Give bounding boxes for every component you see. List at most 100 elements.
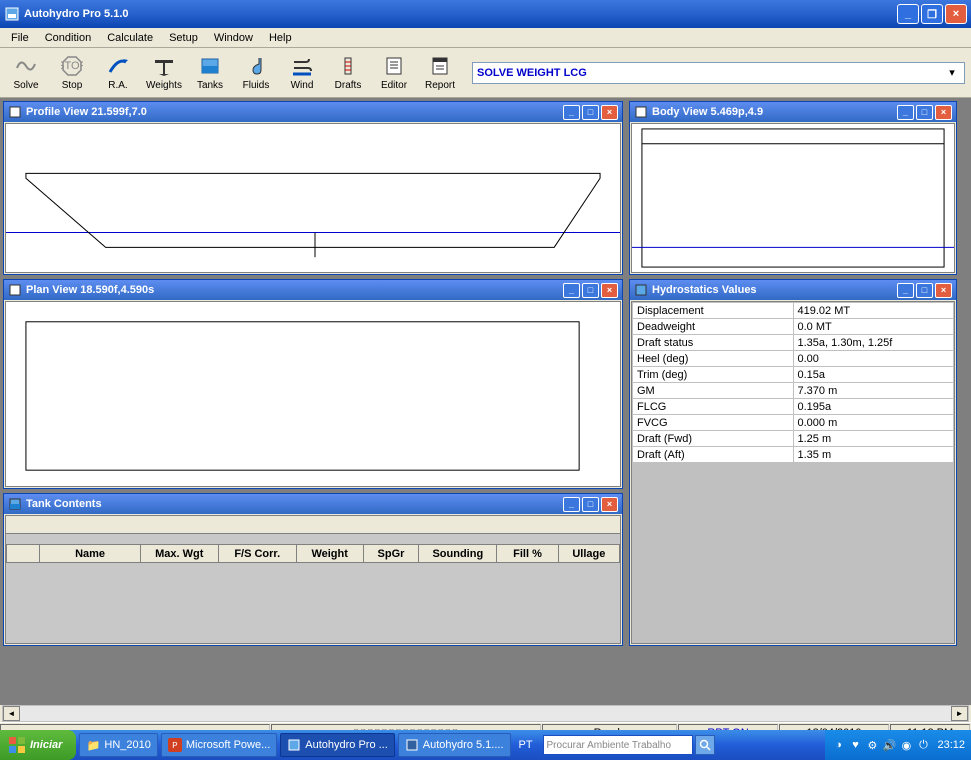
scroll-left-button[interactable]: ◄	[3, 706, 20, 721]
child-minimize-button[interactable]: _	[563, 105, 580, 120]
hydro-value: 1.35 m	[793, 447, 954, 463]
tray-clock[interactable]: 23:12	[937, 739, 965, 751]
hydrostatics-titlebar[interactable]: Hydrostatics Values _ □ ×	[630, 280, 956, 300]
plan-view-window[interactable]: Plan View 18.590f,4.590s _ □ ×	[3, 279, 623, 489]
editor-icon	[382, 54, 406, 78]
stop-button[interactable]: STOPStop	[52, 51, 92, 95]
report-button[interactable]: Report	[420, 51, 460, 95]
menu-file[interactable]: File	[4, 30, 36, 46]
profile-view-titlebar[interactable]: Profile View 21.599f,7.0 _ □ ×	[4, 102, 622, 122]
hydro-value: 1.25 m	[793, 431, 954, 447]
window-icon	[8, 283, 22, 297]
hydro-row: Draft status1.35a, 1.30m, 1.25f	[633, 335, 954, 351]
horizontal-scrollbar[interactable]: ◄ ►	[2, 705, 969, 722]
child-maximize-button[interactable]: □	[582, 497, 599, 512]
body-view-window[interactable]: Body View 5.469p,4.9 _ □ ×	[629, 101, 957, 275]
tanks-button[interactable]: Tanks	[190, 51, 230, 95]
child-maximize-button[interactable]: □	[582, 283, 599, 298]
language-indicator[interactable]: PT	[514, 735, 538, 755]
hydro-label: Deadweight	[633, 319, 794, 335]
child-close-button[interactable]: ×	[601, 497, 618, 512]
child-maximize-button[interactable]: □	[582, 105, 599, 120]
hydro-row: GM7.370 m	[633, 383, 954, 399]
window-icon	[8, 497, 22, 511]
start-button[interactable]: Iniciar	[0, 730, 76, 760]
tray-icon[interactable]: ♥	[848, 738, 862, 752]
solve-icon	[14, 54, 38, 78]
profile-view-canvas[interactable]	[5, 123, 621, 273]
body-view-title: Body View 5.469p,4.9	[652, 106, 897, 118]
tank-contents-title: Tank Contents	[26, 498, 563, 510]
svg-text:STOP: STOP	[61, 60, 83, 72]
menu-help[interactable]: Help	[262, 30, 299, 46]
tank-column-header[interactable]: SpGr	[363, 545, 419, 563]
hydrostatics-window[interactable]: Hydrostatics Values _ □ × Displacement41…	[629, 279, 957, 646]
scrollbar-track[interactable]	[20, 706, 951, 721]
drafts-button[interactable]: Drafts	[328, 51, 368, 95]
plan-view-titlebar[interactable]: Plan View 18.590f,4.590s _ □ ×	[4, 280, 622, 300]
tank-contents-titlebar[interactable]: Tank Contents _ □ ×	[4, 494, 622, 514]
fluids-icon	[244, 54, 268, 78]
child-close-button[interactable]: ×	[935, 283, 952, 298]
child-minimize-button[interactable]: _	[563, 283, 580, 298]
fluids-button[interactable]: Fluids	[236, 51, 276, 95]
hydro-row: Draft (Aft)1.35 m	[633, 447, 954, 463]
menu-calculate[interactable]: Calculate	[100, 30, 160, 46]
child-minimize-button[interactable]: _	[897, 105, 914, 120]
window-restore-button[interactable]: ❐	[921, 4, 943, 24]
profile-view-title: Profile View 21.599f,7.0	[26, 106, 563, 118]
dropdown-icon[interactable]: ▾	[944, 66, 960, 79]
child-minimize-button[interactable]: _	[897, 283, 914, 298]
tank-column-header[interactable]: Sounding	[419, 545, 497, 563]
tray-icon[interactable]: 🔊	[882, 738, 896, 752]
tank-column-header[interactable]: F/S Corr.	[218, 545, 296, 563]
menu-condition[interactable]: Condition	[38, 30, 98, 46]
wind-button[interactable]: Wind	[282, 51, 322, 95]
desktop-search-input[interactable]: Procurar Ambiente Trabalho	[543, 735, 693, 755]
tank-column-header[interactable]	[7, 545, 40, 563]
stop-icon: STOP	[60, 54, 84, 78]
hydro-value: 419.02 MT	[793, 303, 954, 319]
body-view-titlebar[interactable]: Body View 5.469p,4.9 _ □ ×	[630, 102, 956, 122]
ra-button[interactable]: R.A.	[98, 51, 138, 95]
tank-tab-bar[interactable]	[6, 516, 620, 534]
tray-icon[interactable]: ⏻	[916, 738, 930, 752]
body-view-canvas[interactable]	[631, 123, 955, 273]
child-close-button[interactable]: ×	[601, 105, 618, 120]
tray-icon[interactable]: ◉	[899, 738, 913, 752]
child-close-button[interactable]: ×	[935, 105, 952, 120]
tray-icon[interactable]: ◑	[831, 738, 845, 752]
tank-column-header[interactable]: Ullage	[558, 545, 619, 563]
scroll-right-button[interactable]: ►	[951, 706, 968, 721]
taskbar-item-powerpoint[interactable]: PMicrosoft Powe...	[161, 733, 277, 757]
tank-column-header[interactable]: Fill %	[497, 545, 558, 563]
taskbar-item-autohydro5[interactable]: Autohydro 5.1....	[398, 733, 511, 757]
weights-button[interactable]: Weights	[144, 51, 184, 95]
system-tray[interactable]: ◑ ♥ ⚙ 🔊 ◉ ⏻ 23:12	[825, 730, 971, 760]
taskbar-item-autohydro-pro[interactable]: Autohydro Pro ...	[280, 733, 395, 757]
menu-setup[interactable]: Setup	[162, 30, 205, 46]
child-minimize-button[interactable]: _	[563, 497, 580, 512]
command-combobox[interactable]: SOLVE WEIGHT LCG ▾	[472, 62, 965, 84]
menu-window[interactable]: Window	[207, 30, 260, 46]
tank-contents-window[interactable]: Tank Contents _ □ × NameMax. WgtF/S Corr…	[3, 493, 623, 646]
main-titlebar: Autohydro Pro 5.1.0 _ ❐ ×	[0, 0, 971, 28]
tank-column-header[interactable]: Name	[40, 545, 140, 563]
child-close-button[interactable]: ×	[601, 283, 618, 298]
tank-column-header[interactable]: Max. Wgt	[140, 545, 218, 563]
child-maximize-button[interactable]: □	[916, 105, 933, 120]
command-text: SOLVE WEIGHT LCG	[477, 67, 944, 79]
window-close-button[interactable]: ×	[945, 4, 967, 24]
editor-button[interactable]: Editor	[374, 51, 414, 95]
hydro-value: 0.00	[793, 351, 954, 367]
window-minimize-button[interactable]: _	[897, 4, 919, 24]
desktop-search-button[interactable]	[695, 735, 715, 755]
taskbar-item-folder[interactable]: 📁HN_2010	[79, 733, 157, 757]
profile-view-window[interactable]: Profile View 21.599f,7.0 _ □ ×	[3, 101, 623, 275]
child-maximize-button[interactable]: □	[916, 283, 933, 298]
tank-column-header[interactable]: Weight	[296, 545, 363, 563]
tray-icon[interactable]: ⚙	[865, 738, 879, 752]
solve-button[interactable]: Solve	[6, 51, 46, 95]
hydrostatics-title: Hydrostatics Values	[652, 284, 897, 296]
plan-view-canvas[interactable]	[5, 301, 621, 487]
